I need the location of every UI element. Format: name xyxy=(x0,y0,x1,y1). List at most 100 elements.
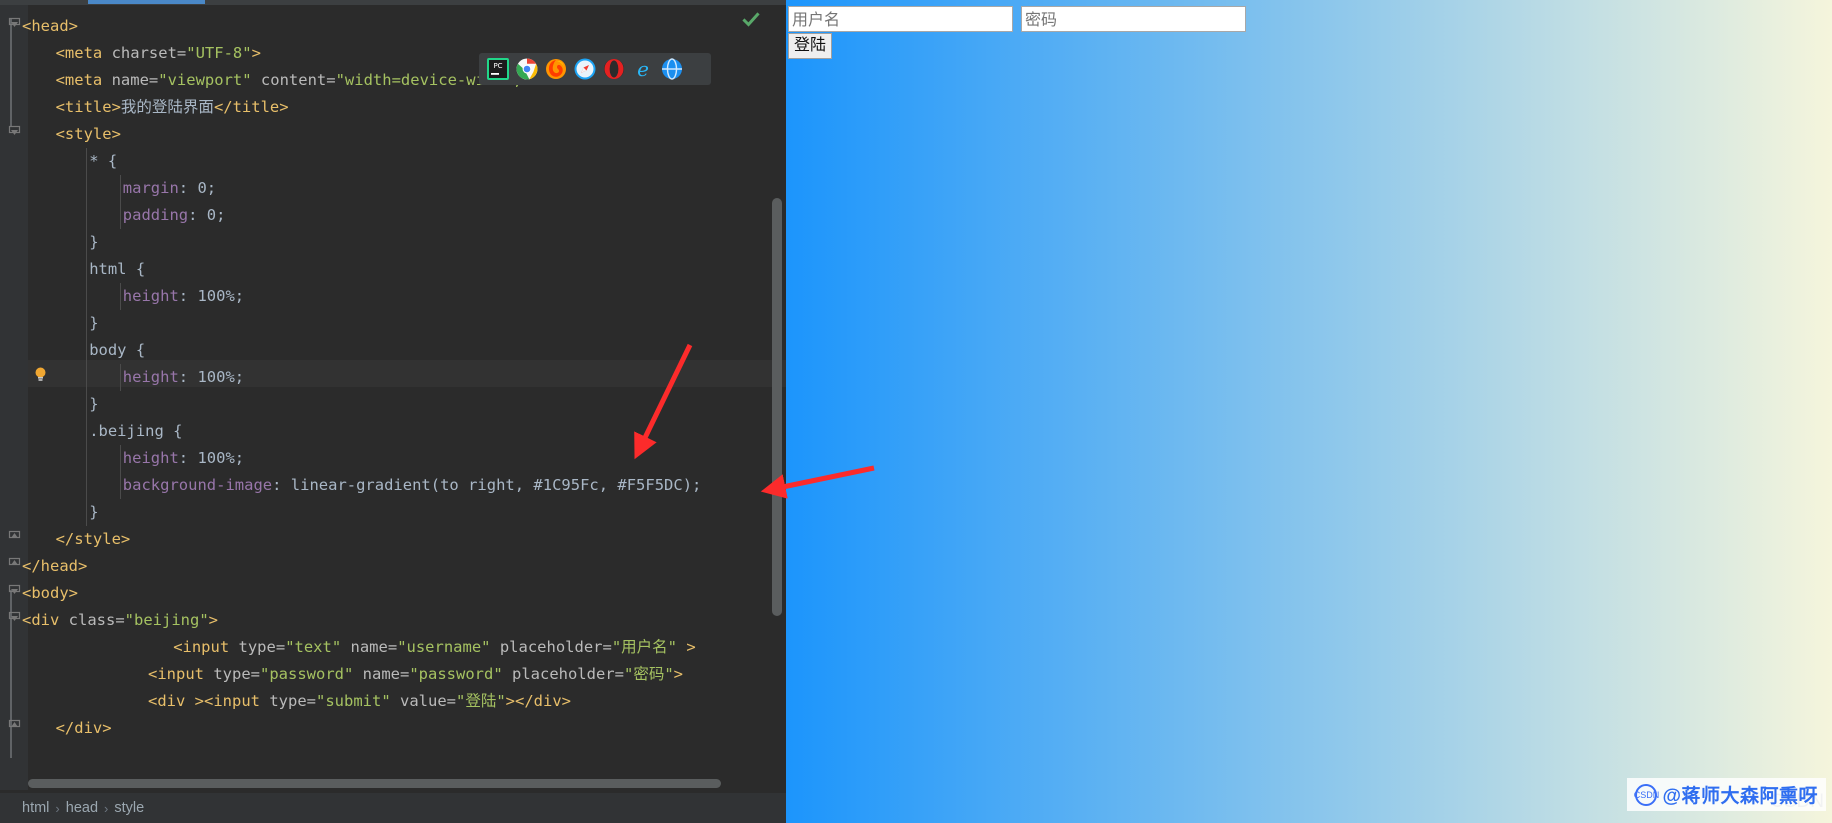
intention-bulb-icon[interactable] xyxy=(32,366,49,383)
indent-guide xyxy=(119,445,121,499)
code-line: html { xyxy=(89,256,145,283)
code-line: <input type="password" name="password" p… xyxy=(148,661,683,688)
watermark-box: CSDN @蒋师大森阿熏呀 xyxy=(1627,778,1826,811)
code-token: content= xyxy=(251,71,336,89)
code-token: "UTF-8" xyxy=(186,44,252,62)
code-line: <body> xyxy=(22,580,78,607)
code-token: } xyxy=(89,395,99,413)
code-text-area[interactable]: <head> <meta charset="UTF-8"> <meta name="… xyxy=(0,5,786,790)
username-input[interactable] xyxy=(788,6,1013,32)
safari-icon[interactable] xyxy=(574,58,596,80)
code-token: placeholder= xyxy=(490,638,612,656)
code-line: } xyxy=(89,310,98,337)
csdn-watermark: CSDN @蒋师大森阿熏呀 xyxy=(1621,774,1832,815)
fold-end-icon[interactable] xyxy=(8,557,21,570)
chrome-icon[interactable] xyxy=(516,58,538,80)
code-token: html { xyxy=(89,260,146,278)
active-tab-underline xyxy=(88,0,205,4)
code-line: <title>我的登陆界面</title> xyxy=(56,94,289,121)
code-token: > xyxy=(251,44,261,62)
code-line: background-image: linear-gradient(to rig… xyxy=(123,472,702,499)
editor-vertical-scrollbar[interactable] xyxy=(771,5,783,790)
opera-icon[interactable] xyxy=(603,58,625,80)
code-token: .beijing { xyxy=(89,422,183,440)
breadcrumb-item-style[interactable]: style xyxy=(114,800,144,816)
code-token: } xyxy=(89,503,99,521)
code-token: <style> xyxy=(55,125,121,143)
code-token: : xyxy=(178,368,198,386)
fold-collapse-icon[interactable] xyxy=(8,125,21,138)
code-token: <input xyxy=(173,638,239,656)
inspection-ok-check-icon[interactable] xyxy=(742,11,760,29)
code-token: type= xyxy=(269,692,316,710)
csdn-logo-icon: CSDN xyxy=(1633,783,1660,806)
code-line: <style> xyxy=(56,121,121,148)
password-input[interactable] xyxy=(1021,6,1246,32)
fold-collapse-icon[interactable] xyxy=(8,584,21,597)
breadcrumb-separator: › xyxy=(55,800,60,816)
code-line: height: 100%; xyxy=(123,364,244,391)
code-token: <input xyxy=(204,692,270,710)
fold-collapse-icon[interactable] xyxy=(8,611,21,624)
code-token: <title> xyxy=(55,98,121,116)
code-token: * { xyxy=(89,152,118,170)
code-token: height xyxy=(122,449,179,467)
code-token: > xyxy=(673,665,683,683)
code-token: <div > xyxy=(148,692,204,710)
code-line: <head> xyxy=(22,13,78,40)
code-token: placeholder= xyxy=(502,665,624,683)
code-line: .beijing { xyxy=(89,418,182,445)
code-token: name= xyxy=(111,71,159,89)
login-submit-button[interactable]: 登陆 xyxy=(788,33,833,59)
fold-end-icon[interactable] xyxy=(8,719,21,732)
code-line: body { xyxy=(89,337,145,364)
code-token: 0; xyxy=(206,206,226,224)
code-line: height: 100%; xyxy=(123,445,244,472)
code-token: <div xyxy=(22,611,69,629)
pycharm-icon[interactable]: PC xyxy=(487,58,509,80)
code-token: "password" xyxy=(409,665,503,683)
indent-guide xyxy=(119,283,121,310)
extra-browser-icon[interactable] xyxy=(661,58,683,80)
csdn-logo-text: CSDN xyxy=(1633,789,1660,800)
code-line: <input type="text" name="username" place… xyxy=(173,634,696,661)
code-token: type= xyxy=(213,665,260,683)
fold-end-icon[interactable] xyxy=(8,530,21,543)
code-line: <div class="beijing"> xyxy=(22,607,218,634)
code-token: </style> xyxy=(55,530,131,548)
code-token: 我的登陆界面 xyxy=(120,98,214,116)
horizontal-scrollbar-thumb[interactable] xyxy=(28,779,721,788)
code-token: : xyxy=(188,206,207,224)
edge-ie-icon[interactable]: e xyxy=(632,57,654,81)
code-token: class= xyxy=(68,611,125,629)
code-token: } xyxy=(89,233,99,251)
browser-launch-popup[interactable]: PC e xyxy=(479,53,711,85)
code-token: padding xyxy=(122,206,189,224)
breadcrumb-item-html[interactable]: html xyxy=(22,800,49,816)
code-token: name= xyxy=(341,638,398,656)
code-token: <body> xyxy=(22,584,78,602)
code-token: "username" xyxy=(397,638,491,656)
code-line: margin: 0; xyxy=(123,175,216,202)
code-token: > xyxy=(677,638,696,656)
firefox-icon[interactable] xyxy=(545,58,567,80)
code-token: : xyxy=(178,179,198,197)
code-line: } xyxy=(89,229,98,256)
code-token: "用户名" xyxy=(611,638,678,656)
vertical-scrollbar-thumb[interactable] xyxy=(772,198,782,616)
code-token: <meta xyxy=(55,71,112,89)
code-token: 100%; xyxy=(197,368,245,386)
editor-horizontal-scrollbar[interactable] xyxy=(22,777,782,790)
breadcrumb-item-head[interactable]: head xyxy=(66,800,98,816)
code-token: } xyxy=(89,314,99,332)
fold-collapse-icon[interactable] xyxy=(8,17,21,30)
code-line: height: 100%; xyxy=(123,283,244,310)
code-token: </div> xyxy=(515,692,571,710)
code-line: </head> xyxy=(22,553,87,580)
code-token: value= xyxy=(390,692,456,710)
code-token: <input xyxy=(148,665,214,683)
code-line: } xyxy=(89,499,98,526)
code-token: </head> xyxy=(22,557,88,575)
code-token: 100%; xyxy=(197,449,245,467)
svg-text:PC: PC xyxy=(493,62,502,70)
